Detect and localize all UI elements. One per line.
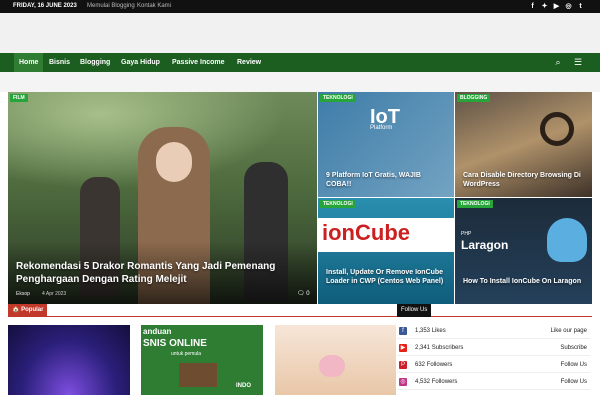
- menu-icon[interactable]: ☰: [572, 53, 584, 72]
- post-title[interactable]: Cara Disable Directory Browsing Di WordP…: [463, 171, 587, 189]
- search-icon[interactable]: ⌕: [552, 53, 564, 72]
- main-nav: Home Bisnis Blogging Gaya Hidup Passive …: [0, 53, 600, 72]
- top-bar: FRIDAY, 16 JUNE 2023 Memulai Blogging Ko…: [0, 0, 600, 13]
- nav-bisnis[interactable]: Bisnis: [44, 53, 75, 72]
- category-badge[interactable]: TEKNOLOGI: [457, 200, 493, 208]
- comment-count: 🗨 0: [297, 291, 310, 297]
- post-ioncube-cwp[interactable]: ionCube TEKNOLOGI Install, Update Or Rem…: [318, 198, 454, 304]
- nav-review[interactable]: Review: [232, 53, 266, 72]
- laragon-art-main: Laragon: [461, 238, 509, 252]
- elephant-logo: [547, 218, 587, 262]
- nav-passive-income[interactable]: Passive Income: [167, 53, 230, 72]
- featured-title[interactable]: Rekomendasi 5 Drakor Romantis Yang Jadi …: [16, 260, 311, 286]
- category-badge[interactable]: FILM: [10, 94, 28, 102]
- featured-post[interactable]: FILM Rekomendasi 5 Drakor Romantis Yang …: [8, 92, 317, 304]
- instagram-icon: ◎: [399, 378, 407, 386]
- nav-gaya-hidup[interactable]: Gaya Hidup: [116, 53, 165, 72]
- top-link-memulai-blogging[interactable]: Memulai Blogging: [87, 3, 135, 9]
- category-badge[interactable]: BLOGGING: [457, 94, 491, 102]
- facebook-icon[interactable]: f: [528, 2, 537, 11]
- social-row-instagram[interactable]: ◎ 4,532 Followers Follow Us: [397, 376, 590, 390]
- popular-thumb-3[interactable]: [275, 325, 396, 395]
- post-laragon[interactable]: PHP Laragon TEKNOLOGI How To Install Ion…: [455, 198, 592, 304]
- spacer-band: [0, 72, 600, 92]
- piggy-bank: [319, 355, 345, 377]
- post-author[interactable]: Eksop: [16, 291, 30, 297]
- social-row-facebook[interactable]: f 1,353 Likes Like our page: [397, 325, 590, 339]
- post-title[interactable]: 9 Platform IoT Gratis, WAJIB COBA!!: [326, 171, 448, 189]
- top-link-kontak-kami[interactable]: Kontak Kami: [137, 3, 171, 9]
- social-row-pinterest[interactable]: P 632 Followers Follow Us: [397, 359, 590, 373]
- nav-blogging[interactable]: Blogging: [75, 53, 115, 72]
- youtube-icon[interactable]: ▶: [552, 2, 561, 11]
- popular-thumb-1[interactable]: [8, 325, 130, 395]
- follow-link[interactable]: Follow Us: [561, 362, 587, 368]
- popular-thumb-2[interactable]: anduan SNIS ONLINE untuk pemula INDO: [141, 325, 263, 395]
- header-area: [0, 13, 600, 53]
- post-wordpress[interactable]: BLOGGING Cara Disable Directory Browsing…: [455, 92, 592, 197]
- ioncube-art: ionCube: [322, 220, 410, 245]
- post-title[interactable]: How To Install IonCube On Laragon: [463, 277, 587, 286]
- category-badge[interactable]: TEKNOLOGI: [320, 94, 356, 102]
- laragon-art-sub: PHP: [461, 231, 472, 237]
- like-page-link[interactable]: Like our page: [551, 328, 587, 334]
- face: [156, 142, 192, 182]
- category-badge[interactable]: TEKNOLOGI: [320, 200, 356, 208]
- pinterest-icon: P: [399, 361, 407, 369]
- tumblr-icon[interactable]: t: [576, 2, 585, 11]
- lock-art: [540, 112, 574, 146]
- follow-us-heading: Follow Us: [397, 304, 432, 317]
- post-title[interactable]: Install, Update Or Remove IonCube Loader…: [326, 268, 450, 286]
- post-date: 4 Apr 2023: [42, 291, 67, 297]
- instagram-icon[interactable]: ◎: [564, 2, 573, 11]
- social-row-youtube[interactable]: ▶ 2,341 Subscribers Subscribe: [397, 342, 590, 356]
- popular-bar: 🏠 Popular: [8, 304, 592, 317]
- current-date: FRIDAY, 16 JUNE 2023: [13, 3, 77, 9]
- post-iot[interactable]: IoT Platform TEKNOLOGI 9 Platform IoT Gr…: [318, 92, 454, 197]
- nav-home[interactable]: Home: [14, 53, 44, 72]
- follow-link[interactable]: Follow Us: [561, 379, 587, 385]
- facebook-icon: f: [399, 327, 407, 335]
- twitter-icon[interactable]: ✦: [540, 2, 549, 11]
- popular-tab[interactable]: 🏠 Popular: [8, 304, 48, 317]
- youtube-icon: ▶: [399, 344, 407, 352]
- subscribe-link[interactable]: Subscribe: [560, 345, 587, 351]
- iot-art-sub: Platform: [370, 125, 393, 131]
